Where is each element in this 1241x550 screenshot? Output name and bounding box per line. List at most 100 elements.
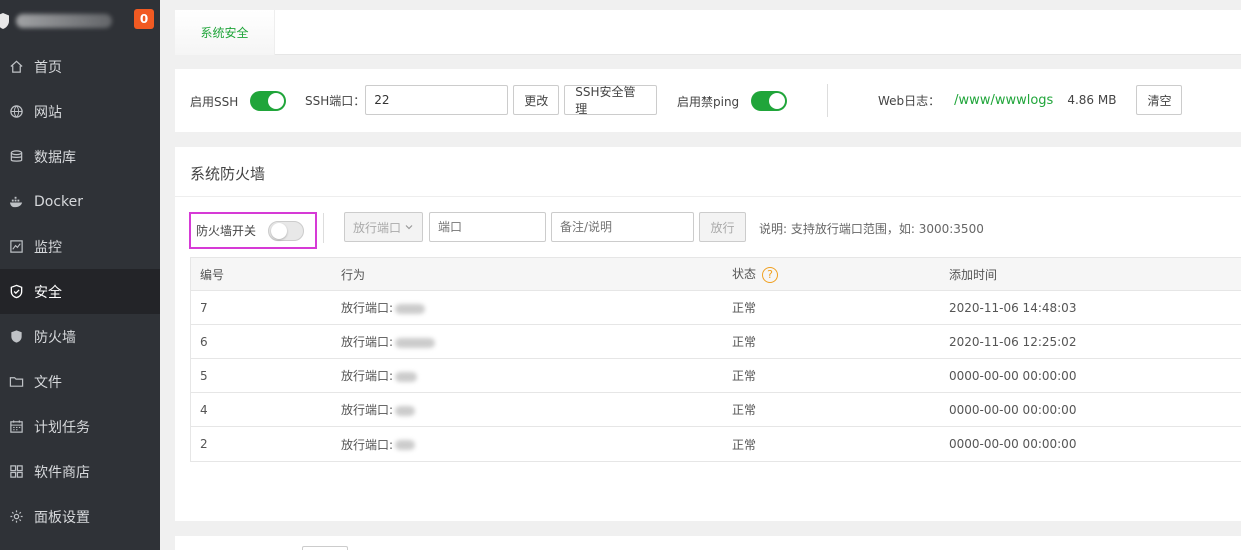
redacted-port xyxy=(395,371,418,382)
rule-action: 放行端口: xyxy=(341,299,426,316)
ssh-port-label: SSH端口： xyxy=(305,93,366,108)
column-header-time: 添加时间 xyxy=(949,267,998,282)
firewall-icon xyxy=(8,329,24,345)
sidebar-item-monitor[interactable]: 监控 xyxy=(0,224,160,269)
rule-id: 5 xyxy=(200,368,208,383)
note-input[interactable] xyxy=(551,212,694,242)
firewall-toggle-label: 防火墙开关 xyxy=(196,224,257,238)
ssh-manage-button[interactable]: SSH安全管理 xyxy=(564,85,658,116)
sidebar-item-security[interactable]: 安全 xyxy=(0,269,160,314)
port-range-hint: 说明: 支持放行端口范围，如: 3000:3500 xyxy=(759,222,984,236)
sidebar-item-docker[interactable]: Docker xyxy=(0,179,160,224)
help-icon[interactable]: ? xyxy=(762,266,779,283)
rule-action-text: 放行端口: xyxy=(341,437,394,452)
sidebar-item-label: 安全 xyxy=(34,284,62,301)
redacted-port xyxy=(395,440,416,450)
rule-status: 正常 xyxy=(732,301,757,315)
notification-badge[interactable]: 0 xyxy=(134,9,154,29)
sidebar-item-home[interactable]: 首页 xyxy=(0,44,160,89)
sidebar-item-settings[interactable]: 面板设置 xyxy=(0,494,160,539)
rule-id: 2 xyxy=(200,437,208,451)
rule-action: 放行端口: xyxy=(341,401,416,418)
rule-action: 放行端口: xyxy=(341,367,418,384)
calendar-icon xyxy=(8,419,24,435)
sidebar-item-cron[interactable]: 计划任务 xyxy=(0,404,160,449)
ping-toggle-group: 启用禁ping xyxy=(677,91,788,111)
redacted-port xyxy=(395,337,436,348)
table-row: 4 放行端口: 正常 0000-00-00 00:00:00 xyxy=(191,393,1241,427)
rule-type-value: 放行端口 xyxy=(353,220,402,235)
firewall-rules-table: 编号 行为 状态? 添加时间 7 放行端口: 正常 2020-11-06 14:… xyxy=(190,257,1241,462)
allow-port-button[interactable]: 放行 xyxy=(699,212,746,242)
shield-icon xyxy=(8,284,24,300)
rule-time: 0000-00-00 00:00:00 xyxy=(949,368,1077,383)
rule-status: 正常 xyxy=(732,369,757,383)
redacted-port xyxy=(395,405,416,416)
ssh-label: 启用SSH xyxy=(190,94,239,109)
ssh-switch[interactable] xyxy=(250,91,287,111)
apps-icon xyxy=(8,464,24,480)
rule-time: 0000-00-00 00:00:00 xyxy=(949,402,1077,417)
sidebar-item-files[interactable]: 文件 xyxy=(0,359,160,404)
sidebar-item-label: 面板设置 xyxy=(34,509,90,526)
chevron-down-icon xyxy=(405,225,413,230)
rule-id: 6 xyxy=(200,334,208,349)
weblog-label: Web日志： xyxy=(878,93,941,108)
sidebar-item-label: 防火墙 xyxy=(34,329,76,346)
sidebar-item-label: 数据库 xyxy=(34,149,76,166)
rule-id: 4 xyxy=(200,402,208,417)
weblog-size: 4.86 MB xyxy=(1067,93,1117,107)
sidebar-item-database[interactable]: 数据库 xyxy=(0,134,160,179)
table-row: 6 放行端口: 正常 2020-11-06 12:25:02 xyxy=(191,325,1241,359)
divider xyxy=(323,213,324,243)
rule-action: 放行端口: xyxy=(341,436,416,453)
tab-system-security[interactable]: 系统安全 xyxy=(175,10,275,55)
column-header-id: 编号 xyxy=(200,267,225,282)
port-input[interactable] xyxy=(429,212,546,242)
sidebar-item-firewall[interactable]: 防火墙 xyxy=(0,314,160,359)
table-row: 5 放行端口: 正常 0000-00-00 00:00:00 xyxy=(191,359,1241,393)
rule-action-text: 放行端口: xyxy=(341,301,394,315)
divider xyxy=(175,196,1241,197)
rule-status: 正常 xyxy=(732,437,757,452)
firewall-switch[interactable] xyxy=(268,220,305,241)
clear-log-button[interactable]: 清空 xyxy=(1136,85,1183,115)
sidebar-item-store[interactable]: 软件商店 xyxy=(0,449,160,494)
rule-type-select[interactable]: 放行端口 xyxy=(344,212,423,242)
database-icon xyxy=(8,149,24,165)
table-row: 7 放行端口: 正常 2020-11-06 14:48:03 xyxy=(191,291,1241,325)
rule-status: 正常 xyxy=(732,335,757,349)
rule-status: 正常 xyxy=(732,403,757,417)
docker-icon xyxy=(8,194,24,210)
firewall-toggle-group: 防火墙开关 xyxy=(189,212,317,249)
sidebar-item-label: 监控 xyxy=(34,239,62,256)
rule-time: 2020-11-06 12:25:02 xyxy=(949,334,1077,349)
sidebar-item-label: Docker xyxy=(34,193,84,210)
server-name-redacted xyxy=(16,14,112,28)
section-title: 系统防火墙 xyxy=(190,165,266,183)
folder-icon xyxy=(8,374,24,390)
rule-action-text: 放行端口: xyxy=(341,369,394,383)
rule-action: 放行端口: xyxy=(341,333,436,350)
sidebar-item-website[interactable]: 网站 xyxy=(0,89,160,134)
rule-action-text: 放行端口: xyxy=(341,335,394,349)
partial-control xyxy=(302,546,348,550)
ping-switch[interactable] xyxy=(751,91,788,111)
sidebar-item-label: 计划任务 xyxy=(34,419,90,436)
globe-icon xyxy=(8,104,24,120)
next-panel xyxy=(175,536,1241,550)
rule-action-text: 放行端口: xyxy=(341,403,394,417)
ssh-port-input[interactable]: 22 xyxy=(365,85,509,115)
column-header-action: 行为 xyxy=(341,267,366,282)
ping-label: 启用禁ping xyxy=(677,94,740,109)
ssh-port-group: SSH端口： 22 更改 SSH安全管理 xyxy=(305,85,658,116)
weblog-path-link[interactable]: /www/wwwlogs xyxy=(954,93,1053,108)
weblog-group: Web日志： /www/wwwlogs 4.86 MB 清空 xyxy=(878,85,1183,115)
sidebar-item-label: 首页 xyxy=(34,59,62,76)
rule-time: 2020-11-06 14:48:03 xyxy=(949,300,1077,315)
monitor-icon xyxy=(8,239,24,255)
sidebar: 0 首页 网站 数据库 Docker 监控 安全 防火墙 文件 计划任务 软件商… xyxy=(0,0,160,550)
brand: 0 xyxy=(0,0,160,42)
change-port-button[interactable]: 更改 xyxy=(513,85,560,115)
sidebar-item-label: 文件 xyxy=(34,374,62,391)
